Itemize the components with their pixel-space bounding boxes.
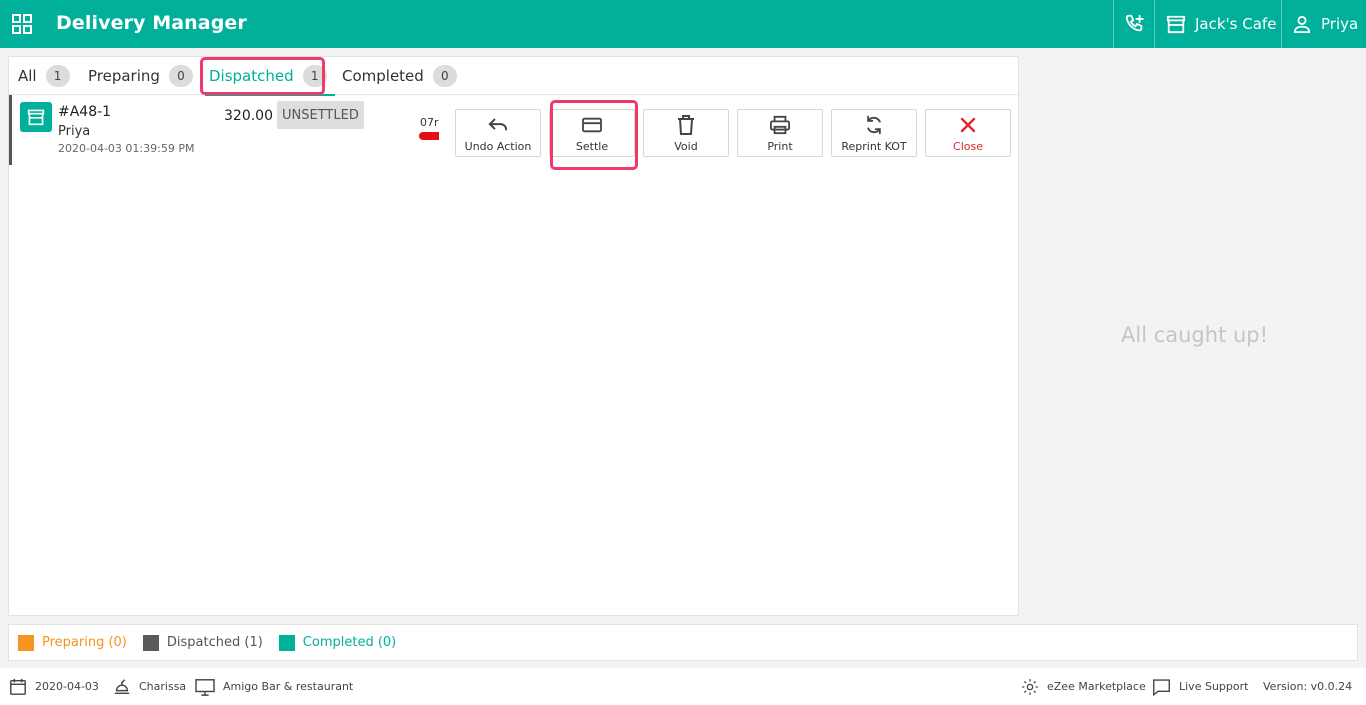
legend-label: Completed (0) [302,635,397,650]
cafe-selector[interactable]: Jack's Cafe [1165,0,1276,48]
status-bar: 2020-04-03 Charissa Amigo Bar & restaura… [0,668,1366,705]
live-support-label: Live Support [1179,680,1249,693]
empty-state-message: All caught up! [1121,323,1269,347]
undo-icon [487,114,509,136]
footer-terminal-label: Amigo Bar & restaurant [223,680,354,693]
footer-terminal: Amigo Bar & restaurant [195,668,353,705]
footer-waiter: Charissa [113,668,186,705]
marketplace-link[interactable]: eZee Marketplace [1021,668,1146,705]
user-name: Priya [1321,15,1359,33]
status-legend: Preparing (0) Dispatched (1) Completed (… [8,624,1358,661]
version-info: Version: v0.0.24 [1263,668,1352,705]
tab-dispatched[interactable]: Dispatched 1 [205,57,335,96]
divider [1113,0,1114,48]
footer-date: 2020-04-03 [9,668,99,705]
card-icon [581,114,603,136]
close-button[interactable]: Close [925,109,1011,157]
chat-icon [1153,678,1170,696]
monitor-icon [195,678,215,696]
divider [1154,0,1155,48]
button-label: Print [767,140,793,153]
tab-label: Preparing [88,67,160,85]
refresh-icon [863,114,885,136]
button-label: Undo Action [464,140,532,153]
marketplace-label: eZee Marketplace [1047,680,1146,693]
button-label: Close [953,140,983,153]
live-support-link[interactable]: Live Support [1152,668,1248,705]
tab-preparing[interactable]: Preparing 0 [88,57,193,95]
customer-name: Priya [58,124,91,139]
status-tabs: All 1 Preparing 0 Dispatched 1 Completed… [9,57,1018,96]
apps-grid-icon[interactable] [11,13,33,35]
legend-swatch [278,634,295,651]
user-icon [1293,15,1311,33]
legend-label: Dispatched (1) [166,635,263,650]
legend-label: Preparing (0) [42,635,127,650]
calendar-icon [10,678,26,695]
settle-button[interactable]: Settle [549,109,635,157]
footer-waiter-label: Charissa [139,680,187,693]
tab-count-badge: 0 [432,65,457,87]
add-call-icon[interactable] [1124,0,1146,48]
order-amount: 320.00 [224,108,273,124]
legend-swatch [18,634,34,651]
store-icon [20,102,52,132]
tab-label: Completed [342,67,424,85]
app-title: Delivery Manager [56,12,247,34]
void-button[interactable]: Void [643,109,729,157]
button-label: Settle [575,140,609,153]
printer-icon [769,114,791,136]
orders-panel: All 1 Preparing 0 Dispatched 1 Completed… [8,56,1019,616]
print-button[interactable]: Print [737,109,823,157]
order-datetime: 2020-04-03 01:39:59 PM [58,142,195,155]
waiter-icon [114,678,130,694]
settlement-status-badge: UNSETTLED [277,101,364,129]
tab-label: Dispatched [209,67,294,85]
divider [1281,0,1282,48]
timer-bar [419,132,439,140]
user-menu[interactable]: Priya [1293,0,1358,48]
cafe-name: Jack's Cafe [1195,15,1277,33]
tab-count-badge: 1 [302,65,327,87]
footer-date-label: 2020-04-03 [35,680,99,693]
reprint-kot-button[interactable]: Reprint KOT [831,109,917,157]
gear-icon [1022,678,1038,695]
timer-label: 07r [420,116,439,129]
legend-dispatched: Dispatched (1) [142,634,263,651]
legend-preparing: Preparing (0) [18,634,127,651]
order-id: #A48-1 [58,104,112,120]
undo-action-button[interactable]: Undo Action [455,109,541,157]
tab-label: All [18,67,37,85]
top-bar: Delivery Manager Jack's Cafe Priya [0,0,1366,48]
trash-icon [675,114,697,136]
tab-all[interactable]: All 1 [18,57,70,95]
tab-count-badge: 0 [168,65,193,87]
tab-completed[interactable]: Completed 0 [342,57,457,95]
button-label: Reprint KOT [841,140,907,153]
version-label: Version: v0.0.24 [1263,680,1353,693]
button-label: Void [674,140,698,153]
close-icon [957,114,979,136]
legend-swatch [142,634,159,651]
order-row[interactable]: #A48-1 Priya 2020-04-03 01:39:59 PM 320.… [9,95,1018,165]
tab-count-badge: 1 [45,65,70,87]
store-icon [1166,15,1186,34]
legend-completed: Completed (0) [278,634,397,651]
